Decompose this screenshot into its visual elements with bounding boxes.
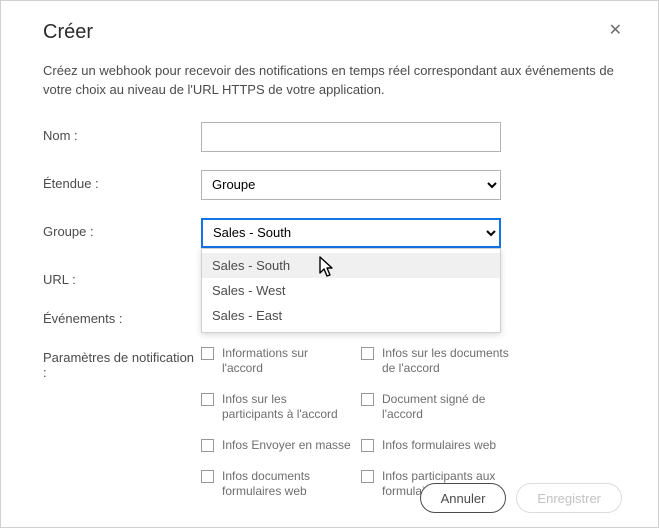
checkbox-agreement-participants-info[interactable] (201, 393, 214, 406)
group-option-south[interactable]: Sales - South (202, 253, 500, 278)
dialog-title: Créer (43, 21, 93, 44)
checkbox-label: Informations sur l'accord (222, 346, 351, 376)
checkbox-webform-participants-info[interactable] (361, 470, 374, 483)
group-dropdown: Sales - South Sales - West Sales - East (201, 248, 501, 333)
events-label: Événements : (43, 305, 201, 326)
create-webhook-dialog: Créer ✕ Créez un webhook pour recevoir d… (0, 0, 659, 528)
close-icon[interactable]: ✕ (609, 23, 622, 39)
group-option-east[interactable]: Sales - East (202, 303, 500, 328)
checkbox-bulk-send-info[interactable] (201, 439, 214, 452)
name-input[interactable] (201, 122, 501, 152)
name-label: Nom : (43, 122, 201, 143)
notification-params-grid: Informations sur l'accord Infos sur les … (201, 346, 622, 499)
checkbox-agreement-docs-info[interactable] (361, 347, 374, 360)
checkbox-label: Infos sur les participants à l'accord (222, 392, 351, 422)
checkbox-label: Document signé de l'accord (382, 392, 511, 422)
cancel-button[interactable]: Annuler (420, 483, 507, 513)
save-button: Enregistrer (516, 483, 622, 513)
checkbox-agreement-info[interactable] (201, 347, 214, 360)
group-label: Groupe : (43, 218, 201, 239)
url-label: URL : (43, 266, 201, 287)
checkbox-label: Infos documents formulaires web (222, 469, 351, 499)
checkbox-webform-info[interactable] (361, 439, 374, 452)
dialog-intro: Créez un webhook pour recevoir des notif… (43, 62, 622, 100)
checkbox-webform-docs-info[interactable] (201, 470, 214, 483)
params-label: Paramètres de notification : (43, 344, 201, 380)
group-select[interactable]: Sales - South (201, 218, 501, 248)
scope-select[interactable]: Groupe (201, 170, 501, 200)
checkbox-signed-document[interactable] (361, 393, 374, 406)
checkbox-label: Infos sur les documents de l'accord (382, 346, 511, 376)
group-option-west[interactable]: Sales - West (202, 278, 500, 303)
scope-label: Étendue : (43, 170, 201, 191)
checkbox-label: Infos Envoyer en masse (222, 438, 351, 453)
checkbox-label: Infos formulaires web (382, 438, 496, 453)
